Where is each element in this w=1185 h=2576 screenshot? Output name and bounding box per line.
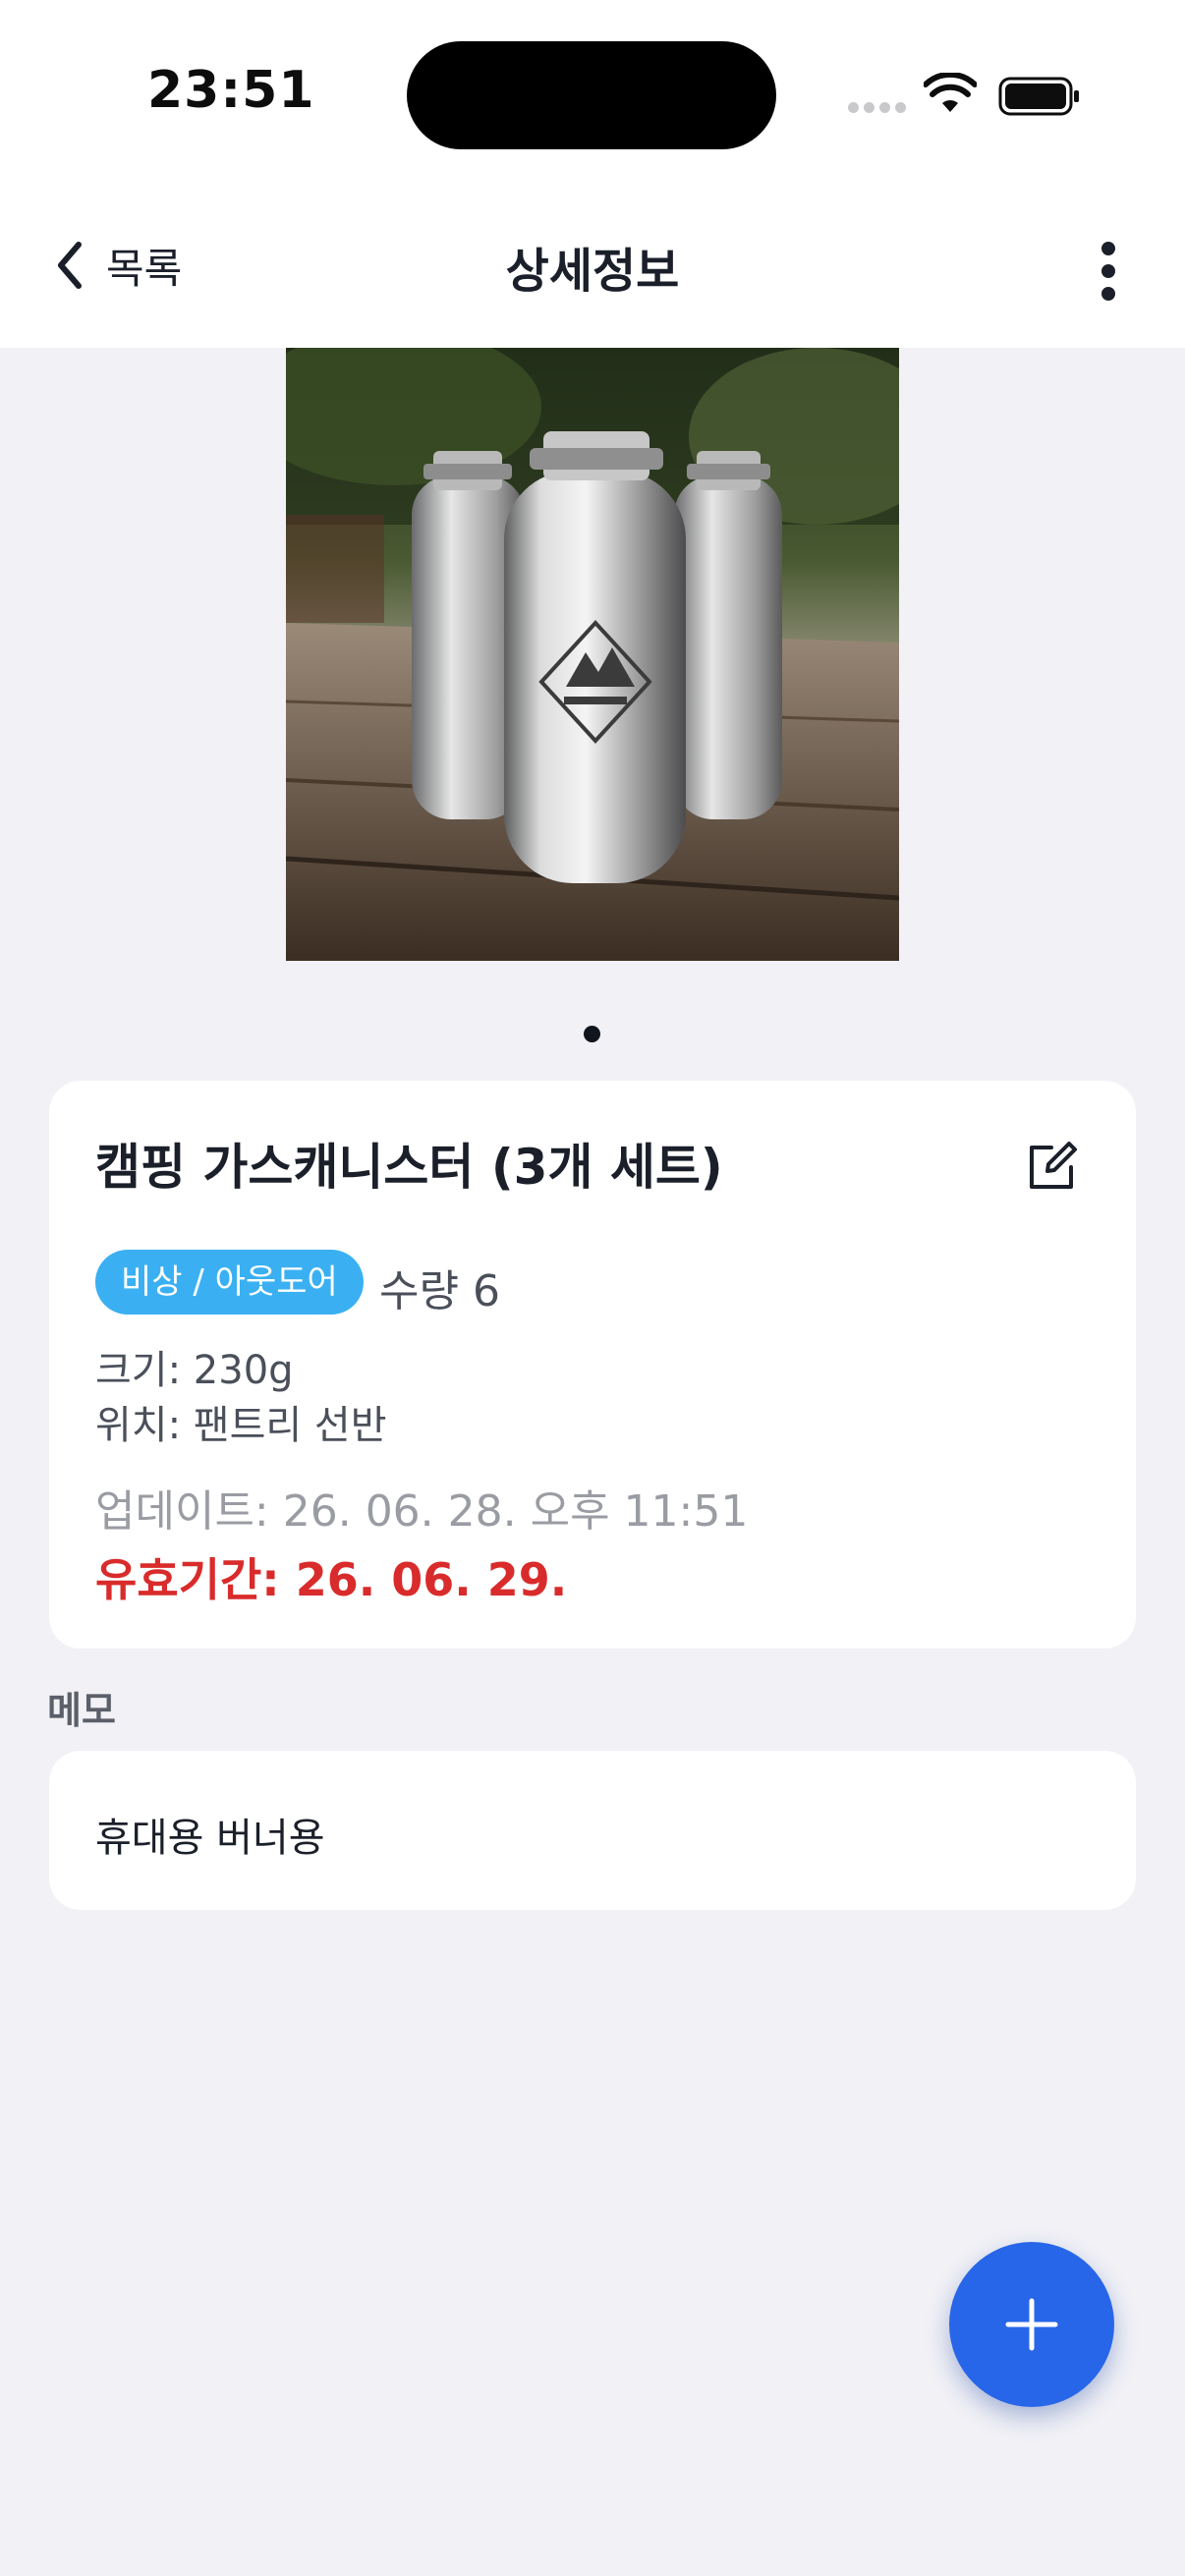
item-name: 캠핑 가스캐니스터 (3개 세트) xyxy=(95,1139,723,1196)
add-button[interactable] xyxy=(949,2242,1114,2407)
dynamic-island xyxy=(407,41,776,149)
status-bar: 23:51 xyxy=(0,0,1185,187)
more-vertical-icon[interactable] xyxy=(1081,236,1136,307)
navigation-bar: 목록 상세정보 xyxy=(0,187,1185,348)
battery-icon xyxy=(998,77,1079,116)
item-info-card: 캠핑 가스캐니스터 (3개 세트) 비상 / 아웃도어 수량 6 크기: 230… xyxy=(49,1081,1136,1649)
size-label: 크기: 230g xyxy=(95,1348,294,1393)
plus-icon xyxy=(1005,2298,1058,2351)
expiry-date: 유효기간: 26. 06. 29. xyxy=(95,1553,568,1606)
cellular-signal-icon xyxy=(848,102,906,113)
category-badge: 비상 / 아웃도어 xyxy=(95,1250,364,1315)
edit-icon[interactable] xyxy=(1022,1138,1081,1197)
memo-text: 휴대용 버너용 xyxy=(95,1816,325,1861)
page-title: 상세정보 xyxy=(505,244,680,299)
page-indicator-dot[interactable] xyxy=(584,1026,600,1042)
item-photo[interactable] xyxy=(286,348,899,961)
location-label: 위치: 팬트리 선반 xyxy=(95,1403,387,1448)
wifi-icon xyxy=(924,73,977,112)
status-time: 23:51 xyxy=(147,61,315,120)
canister-photo-illustration xyxy=(286,348,899,961)
updated-timestamp: 업데이트: 26. 06. 28. 오후 11:51 xyxy=(95,1486,749,1537)
quantity-label: 수량 6 xyxy=(379,1266,500,1316)
memo-heading: 메모 xyxy=(47,1689,116,1732)
memo-card: 휴대용 버너용 xyxy=(49,1751,1136,1910)
